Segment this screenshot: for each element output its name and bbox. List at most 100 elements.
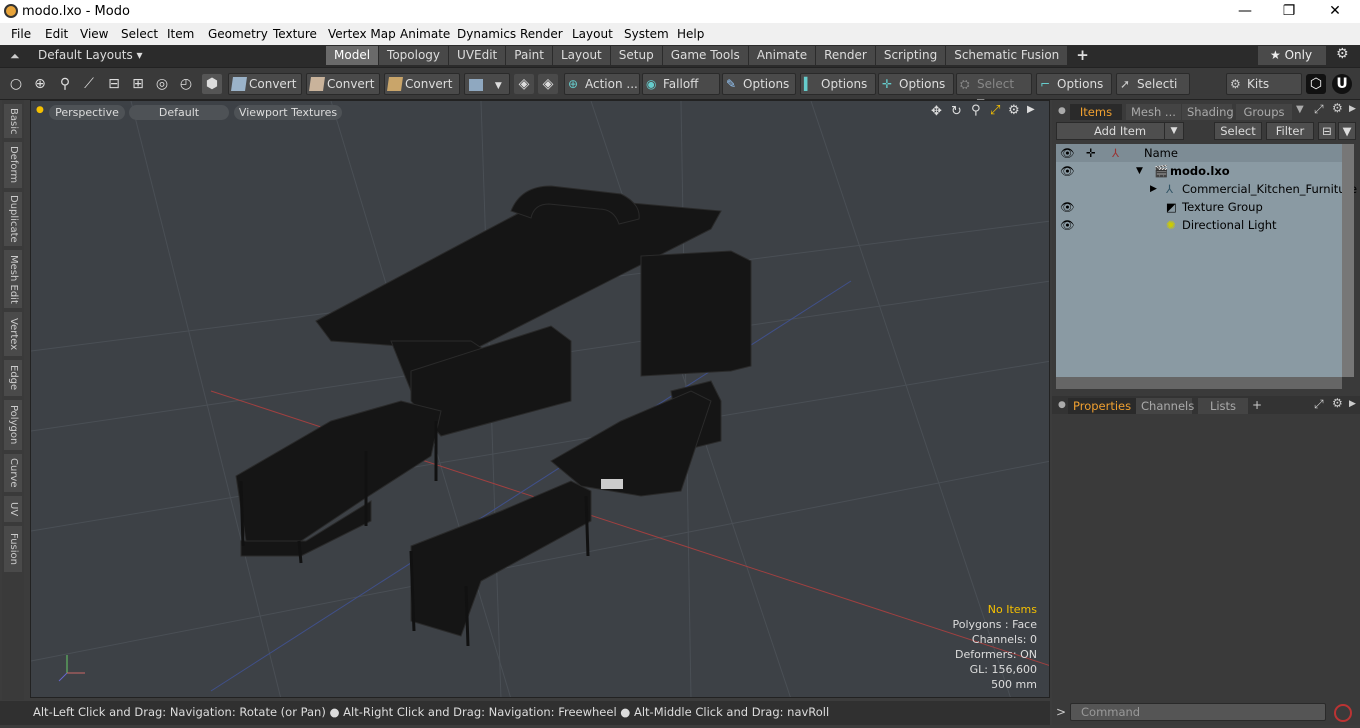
add-props-tab-button[interactable]: + xyxy=(1252,398,1262,412)
tab-basic[interactable]: Basic xyxy=(4,104,22,138)
convert-button-1[interactable]: Convert xyxy=(228,73,302,95)
minimize-button[interactable]: — xyxy=(1222,0,1268,23)
tree-row-directional-light[interactable]: 👁 ✺ Directional Light xyxy=(1056,216,1342,234)
props-arrow-icon[interactable]: ▶ xyxy=(1349,399,1356,409)
panel-gear-icon[interactable]: ⚙ xyxy=(1332,101,1343,115)
filter-button[interactable]: Filter xyxy=(1266,122,1314,140)
tab-mesh-edit[interactable]: Mesh Edit xyxy=(4,250,22,308)
move-view-icon[interactable]: ✥ xyxy=(931,104,942,119)
options-button-3[interactable]: ✛ Options xyxy=(878,73,954,95)
tab-deform[interactable]: Deform xyxy=(4,142,22,188)
menu-texture[interactable]: Texture xyxy=(273,27,317,41)
material-mode-icon[interactable]: ◎ xyxy=(152,74,172,94)
pivot-mode-icon[interactable]: ◴ xyxy=(176,74,196,94)
tab-duplicate[interactable]: Duplicate xyxy=(4,192,22,246)
unreal-icon[interactable]: U xyxy=(1332,74,1352,94)
tab-schematic-fusion[interactable]: Schematic Fusion xyxy=(946,46,1068,65)
tab-setup[interactable]: Setup xyxy=(610,46,662,65)
rotate-view-icon[interactable]: ↻ xyxy=(951,104,962,119)
options-button-2[interactable]: ▍ Options xyxy=(800,73,876,95)
menu-geometry[interactable]: Geometry xyxy=(208,27,268,41)
add-tab-button[interactable]: + xyxy=(1068,46,1097,65)
item-mode-icon[interactable]: ⊞ xyxy=(128,74,148,94)
expand-right-icon[interactable]: ▶ xyxy=(1150,180,1157,198)
eye-icon[interactable]: 👁 xyxy=(1060,198,1075,216)
tab-shading[interactable]: Shading xyxy=(1182,104,1234,120)
default-layouts-dropdown[interactable]: Default Layouts ▾ xyxy=(38,48,143,62)
menu-render[interactable]: Render xyxy=(520,27,563,41)
tab-items[interactable]: Items xyxy=(1070,104,1122,120)
only-toggle[interactable]: ★ Only xyxy=(1258,46,1326,65)
tree-horizontal-scrollbar[interactable] xyxy=(1056,377,1342,389)
tab-polygon[interactable]: Polygon xyxy=(4,400,22,450)
options-button-1[interactable]: ✎ Options xyxy=(722,73,796,95)
close-button[interactable]: ✕ xyxy=(1312,0,1358,23)
maximize-view-icon[interactable]: ⤢ xyxy=(990,103,1000,118)
tree-vertical-scrollbar[interactable] xyxy=(1342,144,1354,377)
menu-vertex-map[interactable]: Vertex Map xyxy=(328,27,396,41)
add-item-dropdown-icon[interactable]: ▼ xyxy=(1164,122,1184,140)
expand-down-icon[interactable]: ▼ xyxy=(1136,162,1143,180)
menu-layout[interactable]: Layout xyxy=(572,27,613,41)
tab-edge[interactable]: Edge xyxy=(4,360,22,396)
name-column-header[interactable]: Name xyxy=(1144,144,1178,162)
options-button-4[interactable]: ⌐ Options xyxy=(1036,73,1112,95)
tree-row-texture-group[interactable]: 👁 ◩ Texture Group xyxy=(1056,198,1342,216)
props-gear-icon[interactable]: ⚙ xyxy=(1332,396,1343,410)
polygon-mode-icon[interactable]: ⊟ xyxy=(104,74,124,94)
tab-channels[interactable]: Channels xyxy=(1136,398,1194,414)
panel-arrow-icon[interactable]: ▶ xyxy=(1349,104,1356,114)
menu-file[interactable]: File xyxy=(11,27,31,41)
edge-mode-icon[interactable]: ⟋ xyxy=(79,74,99,94)
command-input[interactable]: Command xyxy=(1070,703,1326,721)
select-button[interactable]: Select xyxy=(1214,122,1262,140)
panel-chevron-down-icon[interactable]: ▼ xyxy=(1296,104,1304,115)
menu-help[interactable]: Help xyxy=(677,27,704,41)
vertex-mode-icon[interactable]: ○ xyxy=(6,74,26,94)
perspective-dropdown[interactable]: Perspective xyxy=(49,105,125,120)
selection-button[interactable]: ➚Selecti ... xyxy=(1116,73,1190,111)
menu-animate[interactable]: Animate xyxy=(400,27,450,41)
3d-viewport[interactable]: ● Perspective Default Viewport Textures … xyxy=(30,100,1050,698)
menu-edit[interactable]: Edit xyxy=(45,27,68,41)
tab-vertex[interactable]: Vertex xyxy=(4,312,22,356)
menu-select[interactable]: Select xyxy=(121,27,158,41)
tab-uv[interactable]: UV xyxy=(4,496,22,522)
layout-up-icon[interactable]: ⏶ xyxy=(10,49,20,64)
shading-default-dropdown[interactable]: Default xyxy=(129,105,229,120)
symmetry-icon[interactable]: ◈ xyxy=(538,74,558,94)
tab-layout[interactable]: Layout xyxy=(552,46,610,65)
menu-system[interactable]: System xyxy=(624,27,669,41)
zoom-view-icon[interactable]: ⚲ xyxy=(971,103,981,118)
panel-expand-icon[interactable]: ⤢ xyxy=(1314,102,1324,117)
tab-topology[interactable]: Topology xyxy=(379,46,449,65)
eye-icon[interactable]: 👁 xyxy=(1060,216,1075,234)
tab-model[interactable]: Model xyxy=(326,46,379,65)
pen-tool-icon[interactable]: ⚲ xyxy=(55,74,75,94)
shaded-cube-icon[interactable]: ⬢ xyxy=(202,74,222,94)
viewport-textures-dropdown[interactable]: Viewport Textures xyxy=(234,105,342,120)
record-macro-icon[interactable] xyxy=(1334,704,1352,722)
tab-groups[interactable]: Groups xyxy=(1236,104,1292,120)
falloff-button[interactable]: ◉ Falloff xyxy=(642,73,720,95)
tab-animate[interactable]: Animate xyxy=(748,46,816,65)
viewport-expand-icon[interactable]: ▶ xyxy=(1027,104,1035,115)
convert-button-2[interactable]: Convert xyxy=(306,73,380,95)
menu-item[interactable]: Item xyxy=(167,27,194,41)
menu-view[interactable]: View xyxy=(80,27,108,41)
tab-render[interactable]: Render xyxy=(816,46,875,65)
layout-gear-icon[interactable]: ⚙ xyxy=(1336,46,1349,62)
tab-curve[interactable]: Curve xyxy=(4,454,22,492)
tab-game-tools[interactable]: Game Tools xyxy=(662,46,748,65)
maximize-button[interactable]: ❐ xyxy=(1266,0,1312,23)
sphere-mode-icon[interactable]: ⊕ xyxy=(30,74,50,94)
tab-paint[interactable]: Paint xyxy=(506,46,552,65)
tab-scripting[interactable]: Scripting xyxy=(875,46,946,65)
eye-icon[interactable]: 👁 xyxy=(1060,162,1075,180)
select-through-button[interactable]: ⛭Select T... xyxy=(956,73,1032,111)
funnel-icon[interactable]: ▼ xyxy=(1338,122,1356,140)
convert-button-3[interactable]: Convert xyxy=(384,73,460,95)
tab-properties[interactable]: Properties xyxy=(1068,398,1137,414)
collapse-icon[interactable]: ⊟ xyxy=(1318,122,1336,140)
unity-icon[interactable]: ⬡ xyxy=(1306,74,1326,94)
